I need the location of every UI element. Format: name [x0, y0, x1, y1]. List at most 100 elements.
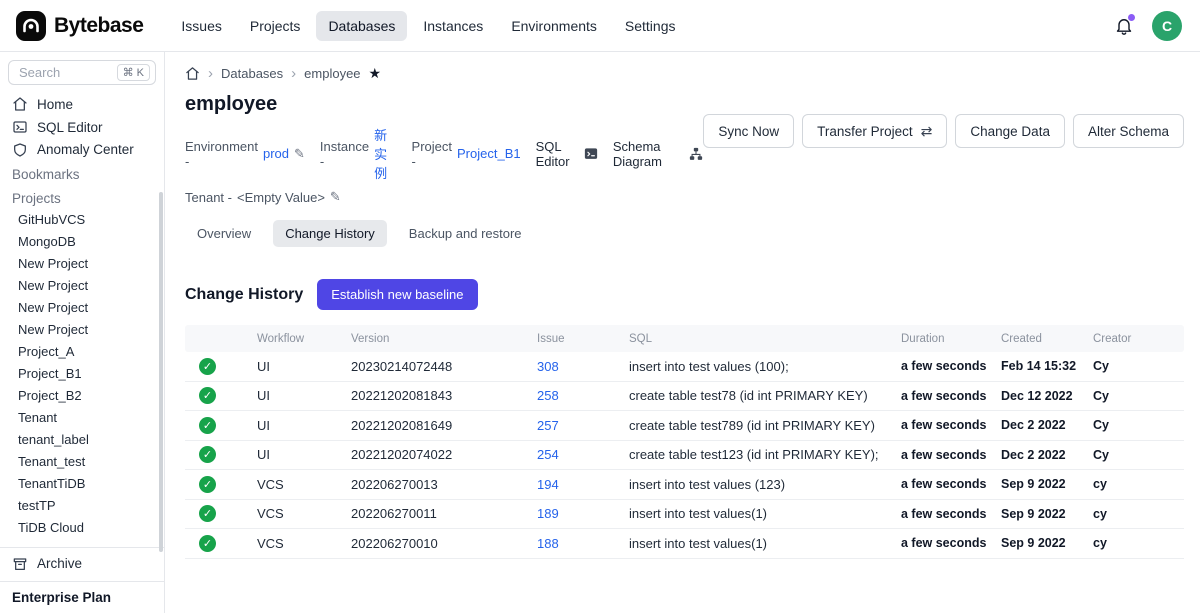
sidebar-project-item[interactable]: New Project	[0, 275, 164, 297]
nav-item-environments[interactable]: Environments	[499, 11, 609, 41]
tab-backup-and-restore[interactable]: Backup and restore	[397, 220, 534, 247]
nav-item-instances[interactable]: Instances	[411, 11, 495, 41]
projects-section-label[interactable]: Projects	[0, 185, 164, 209]
nav-item-projects[interactable]: Projects	[238, 11, 313, 41]
sidebar-project-item[interactable]: New Project	[0, 319, 164, 341]
duration-cell: a few seconds	[893, 418, 993, 432]
brand[interactable]: Bytebase	[16, 11, 143, 41]
sql-editor-label: SQL Editor	[536, 139, 579, 169]
sidebar-project-item[interactable]: Tenant	[0, 407, 164, 429]
created-cell: Sep 9 2022	[993, 477, 1085, 491]
status-cell: ✓	[185, 358, 249, 375]
environment-link[interactable]: prod	[263, 146, 289, 161]
sidebar-item-sql-editor[interactable]: SQL Editor	[0, 116, 164, 139]
sidebar-scrollbar[interactable]	[159, 192, 163, 552]
notification-bell-icon[interactable]	[1114, 16, 1134, 36]
table-row[interactable]: ✓VCS202206270010188insert into test valu…	[185, 529, 1184, 559]
table-row[interactable]: ✓UI20221202081649257create table test789…	[185, 411, 1184, 441]
sidebar-project-item[interactable]: Project_B1	[0, 363, 164, 385]
favorite-star-icon[interactable]: ★	[369, 65, 382, 82]
issue-cell: 194	[529, 477, 621, 492]
search-input[interactable]: Search ⌘ K	[8, 60, 156, 85]
schema-diagram-link[interactable]: Schema Diagram	[613, 139, 704, 169]
workflow-cell: UI	[249, 447, 343, 462]
project-link[interactable]: Project_B1	[457, 146, 521, 161]
table-row[interactable]: ✓VCS202206270011189insert into test valu…	[185, 500, 1184, 530]
sidebar-item-anomaly-center[interactable]: Anomaly Center	[0, 139, 164, 162]
nav-item-issues[interactable]: Issues	[169, 11, 233, 41]
sidebar-project-item[interactable]: tenant_label	[0, 429, 164, 451]
table-header: WorkflowVersionIssueSQLDurationCreatedCr…	[185, 325, 1184, 352]
sidebar-project-item[interactable]: MongoDB	[0, 231, 164, 253]
table-row[interactable]: ✓UI20221202074022254create table test123…	[185, 441, 1184, 471]
column-header: SQL	[621, 333, 893, 345]
sidebar-project-item[interactable]: testTP	[0, 495, 164, 517]
sql-cell: create table test123 (id int PRIMARY KEY…	[621, 447, 893, 462]
issue-link[interactable]: 189	[537, 506, 559, 521]
table-row[interactable]: ✓UI20221202081843258create table test78 …	[185, 382, 1184, 412]
sql-editor-link[interactable]: SQL Editor	[536, 139, 598, 169]
column-header: Version	[343, 333, 529, 345]
success-check-icon: ✓	[199, 387, 216, 404]
tab-overview[interactable]: Overview	[185, 220, 263, 247]
issue-link[interactable]: 257	[537, 418, 559, 433]
sidebar-project-item[interactable]: TenantTiDB	[0, 473, 164, 495]
creator-cell: Cy	[1085, 389, 1184, 403]
sidebar-project-item[interactable]: Tenant_test	[0, 451, 164, 473]
nav-item-databases[interactable]: Databases	[316, 11, 407, 41]
alter-schema-button[interactable]: Alter Schema	[1073, 114, 1184, 148]
environment-meta: Environment - prod ✎	[185, 139, 305, 169]
tab-change-history[interactable]: Change History	[273, 220, 387, 247]
table-row[interactable]: ✓UI20230214072448308insert into test val…	[185, 352, 1184, 382]
tenant-meta: Tenant - <Empty Value> ✎	[185, 189, 341, 205]
nav-item-settings[interactable]: Settings	[613, 11, 688, 41]
version-cell: 202206270013	[343, 477, 529, 492]
sidebar-project-item[interactable]: New Project	[0, 297, 164, 319]
sql-cell: insert into test values (123)	[621, 477, 893, 492]
page-head: employee Environment - prod ✎ Instance -…	[185, 82, 1184, 212]
search-placeholder: Search	[19, 65, 60, 80]
version-cell: 202206270011	[343, 506, 529, 521]
change-data-button[interactable]: Change Data	[955, 114, 1065, 148]
duration-cell: a few seconds	[893, 359, 993, 373]
edit-environment-pencil-icon[interactable]: ✎	[294, 146, 305, 162]
issue-cell: 257	[529, 418, 621, 433]
establish-new-baseline-button[interactable]: Establish new baseline	[317, 279, 477, 310]
issue-link[interactable]: 258	[537, 388, 559, 403]
sidebar-project-item[interactable]: New Project	[0, 253, 164, 275]
edit-tenant-pencil-icon[interactable]: ✎	[330, 189, 341, 205]
issue-link[interactable]: 194	[537, 477, 559, 492]
avatar[interactable]: C	[1152, 11, 1182, 41]
created-cell: Sep 9 2022	[993, 536, 1085, 550]
status-cell: ✓	[185, 476, 249, 493]
notification-dot	[1128, 14, 1135, 21]
issue-link[interactable]: 188	[537, 536, 559, 551]
sql-editor-icon	[12, 119, 28, 135]
bookmarks-section-label[interactable]: Bookmarks	[0, 161, 164, 185]
column-header: Issue	[529, 333, 621, 345]
status-cell: ✓	[185, 446, 249, 463]
schema-diagram-label: Schema Diagram	[613, 139, 685, 169]
breadcrumb-home-icon[interactable]	[185, 66, 200, 81]
issue-link[interactable]: 308	[537, 359, 559, 374]
tenant-value: <Empty Value>	[237, 190, 325, 205]
sidebar-project-item[interactable]: Project_B2	[0, 385, 164, 407]
sidebar-project-item[interactable]: Project_A	[0, 341, 164, 363]
sidebar-project-item[interactable]: TiDB Cloud	[0, 517, 164, 539]
status-cell: ✓	[185, 505, 249, 522]
sidebar-item-archive[interactable]: Archive	[0, 552, 164, 575]
transfer-project-button[interactable]: Transfer Project⇄	[802, 114, 947, 148]
sync-now-button[interactable]: Sync Now	[703, 114, 794, 148]
search-shortcut-badge: ⌘ K	[117, 64, 150, 81]
sidebar-project-item[interactable]: GitHubVCS	[0, 209, 164, 231]
instance-link[interactable]: 新实例	[374, 125, 396, 182]
column-header: Created	[993, 333, 1085, 345]
breadcrumb-item-databases[interactable]: Databases	[221, 66, 283, 81]
success-check-icon: ✓	[199, 417, 216, 434]
project-meta: Project - Project_B1	[412, 139, 521, 169]
creator-cell: cy	[1085, 536, 1184, 550]
breadcrumb-item-employee[interactable]: employee	[304, 66, 360, 81]
sidebar-item-home[interactable]: Home	[0, 93, 164, 116]
table-row[interactable]: ✓VCS202206270013194insert into test valu…	[185, 470, 1184, 500]
issue-link[interactable]: 254	[537, 447, 559, 462]
